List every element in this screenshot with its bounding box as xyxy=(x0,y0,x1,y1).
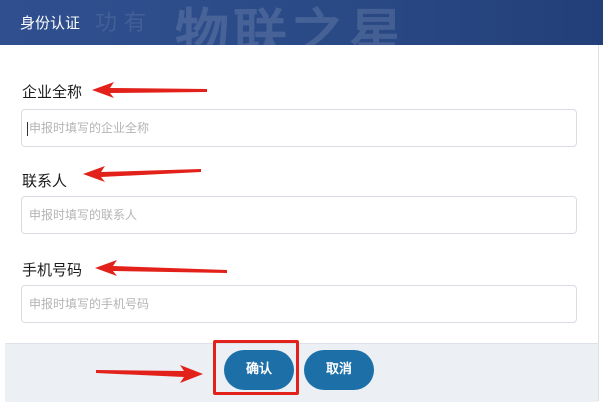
dialog-footer xyxy=(5,343,598,402)
confirm-highlight-box xyxy=(213,340,299,395)
arrow-icon-confirm xyxy=(96,365,203,383)
arrow-icon-contact-person xyxy=(83,166,201,182)
phone-number-label: 手机号码 xyxy=(22,261,83,279)
phone-number-input[interactable] xyxy=(21,285,577,323)
cancel-button[interactable]: 取消 xyxy=(304,350,374,390)
right-edge-divider xyxy=(598,45,599,401)
text-caret xyxy=(27,122,28,136)
company-name-label: 企业全称 xyxy=(22,83,83,101)
header-background-watermark: 物联之星 xyxy=(175,3,407,45)
arrow-icon-company-name xyxy=(92,82,207,98)
identity-auth-dialog: 物联之星 功 有 身份认证 企业全称 联系人 手机号码 确认 取消 xyxy=(0,0,603,402)
header-background-watermark-small: 功 有 xyxy=(95,11,146,36)
company-name-input[interactable] xyxy=(21,109,577,147)
arrow-icon-phone-number xyxy=(95,260,227,276)
dialog-header: 物联之星 功 有 身份认证 xyxy=(0,0,603,45)
dialog-title: 身份认证 xyxy=(20,14,81,32)
contact-person-input[interactable] xyxy=(21,196,577,234)
contact-person-label: 联系人 xyxy=(22,172,68,190)
